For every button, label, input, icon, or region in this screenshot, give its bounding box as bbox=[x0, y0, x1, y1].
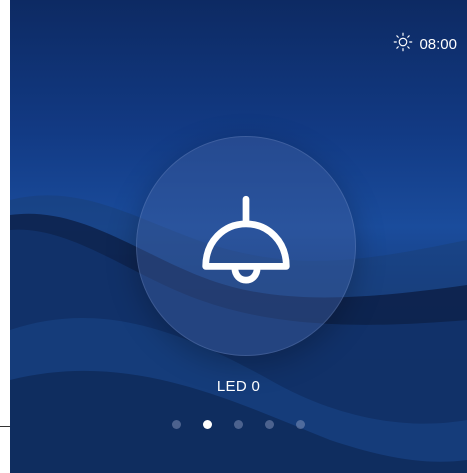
smart-home-screen: 08:00 LED 0 bbox=[10, 0, 467, 473]
device-name-label: LED 0 bbox=[216, 378, 261, 395]
page-dot-5[interactable] bbox=[296, 420, 305, 429]
status-bar: 08:00 bbox=[393, 32, 457, 56]
page-dot-3[interactable] bbox=[234, 420, 243, 429]
pendant-lamp-icon bbox=[202, 195, 290, 284]
led-toggle-button[interactable] bbox=[136, 136, 356, 356]
sun-icon bbox=[393, 32, 413, 56]
page-dot-1[interactable] bbox=[172, 420, 181, 429]
page-indicator bbox=[10, 420, 467, 429]
page-dot-4[interactable] bbox=[265, 420, 274, 429]
frame-edge-line bbox=[0, 426, 10, 427]
clock-time: 08:00 bbox=[419, 35, 457, 53]
page-dot-2-active[interactable] bbox=[203, 420, 212, 429]
